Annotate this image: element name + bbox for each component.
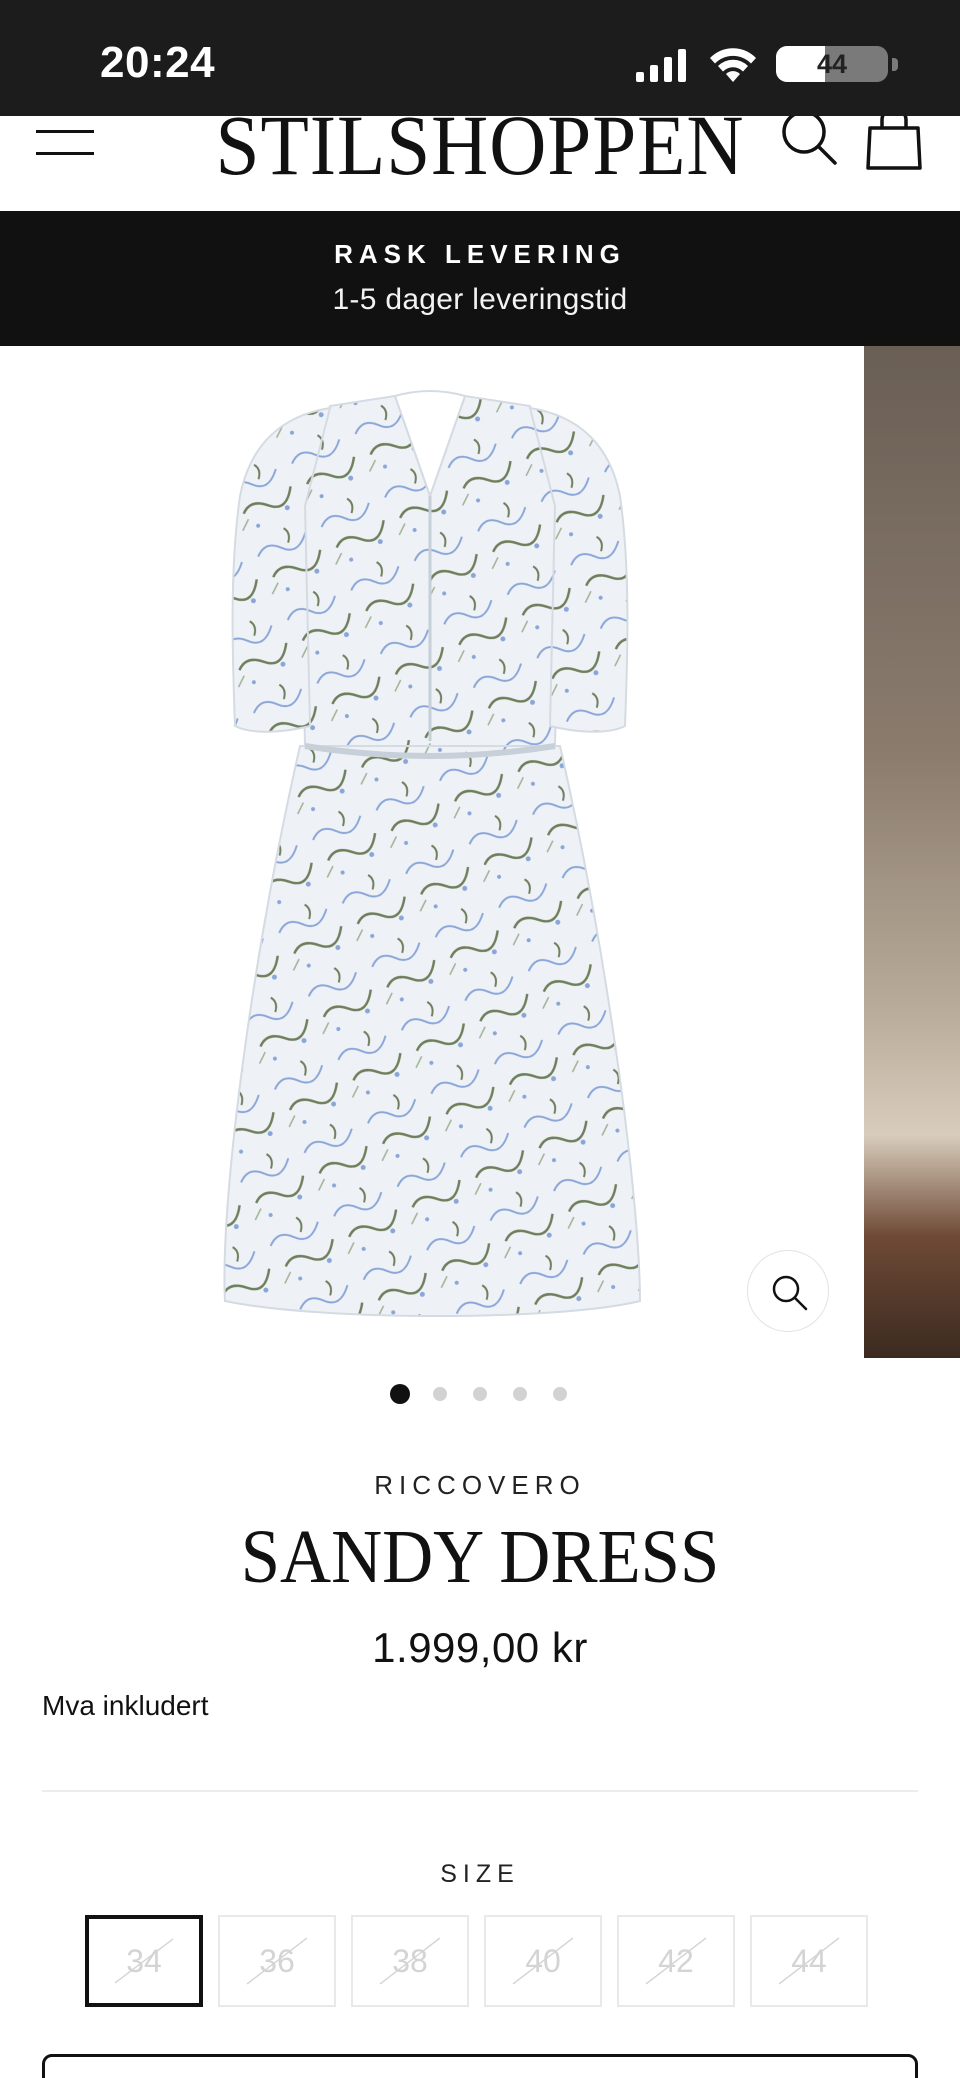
size-option-34[interactable]: 34 <box>85 1915 203 2007</box>
size-label: SIZE <box>440 1860 520 1888</box>
gallery-pagination[interactable] <box>0 1384 960 1407</box>
status-icons: 44 <box>598 44 898 84</box>
battery-icon: 44 <box>776 46 898 82</box>
sold-out-strike <box>379 1937 441 1985</box>
size-option-42[interactable]: 42 <box>617 1915 735 2007</box>
gallery-dot[interactable] <box>390 1384 410 1404</box>
status-time: 20:24 <box>100 38 216 87</box>
search-icon[interactable] <box>778 116 840 168</box>
announcement-subtitle: 1-5 dager leveringstid <box>332 283 628 316</box>
size-option-40[interactable]: 40 <box>484 1915 602 2007</box>
product-brand[interactable]: RICCOVERO <box>0 1470 960 1501</box>
add-to-cart-button[interactable] <box>42 2054 918 2078</box>
wifi-icon <box>710 48 756 82</box>
sold-out-strike <box>645 1937 707 1985</box>
next-product-image[interactable] <box>864 346 960 1358</box>
announcement-title: RASK LEVERING <box>334 239 626 269</box>
sold-out-strike <box>512 1937 574 1985</box>
divider <box>42 1790 918 1792</box>
sold-out-strike <box>778 1937 840 1985</box>
zoom-icon <box>772 1275 808 1311</box>
gallery-dot[interactable] <box>433 1387 447 1401</box>
zoom-button[interactable] <box>747 1250 829 1332</box>
gallery-dot[interactable] <box>553 1387 567 1401</box>
tax-note: Mva inkludert <box>42 1690 209 1721</box>
size-option-36[interactable]: 36 <box>218 1915 336 2007</box>
product-price: 1.999,00 kr <box>372 1624 588 1671</box>
product-gallery[interactable] <box>0 346 960 1358</box>
signal-icon <box>636 49 686 82</box>
product-title: SANDY DRESS <box>240 1515 720 1599</box>
announcement-bar: RASK LEVERING 1-5 dager leveringstid <box>0 211 960 346</box>
gallery-dot[interactable] <box>473 1387 487 1401</box>
sold-out-strike <box>114 1938 174 1984</box>
site-header: STILSHOPPEN <box>0 116 960 211</box>
status-bar: 20:24 44 <box>0 0 960 116</box>
size-option-38[interactable]: 38 <box>351 1915 469 2007</box>
size-option-44[interactable]: 44 <box>750 1915 868 2007</box>
gallery-dot[interactable] <box>513 1387 527 1401</box>
battery-level: 44 <box>816 49 848 79</box>
cart-icon[interactable] <box>862 116 926 170</box>
sold-out-strike <box>246 1937 308 1985</box>
product-image-dress[interactable] <box>0 346 864 1358</box>
